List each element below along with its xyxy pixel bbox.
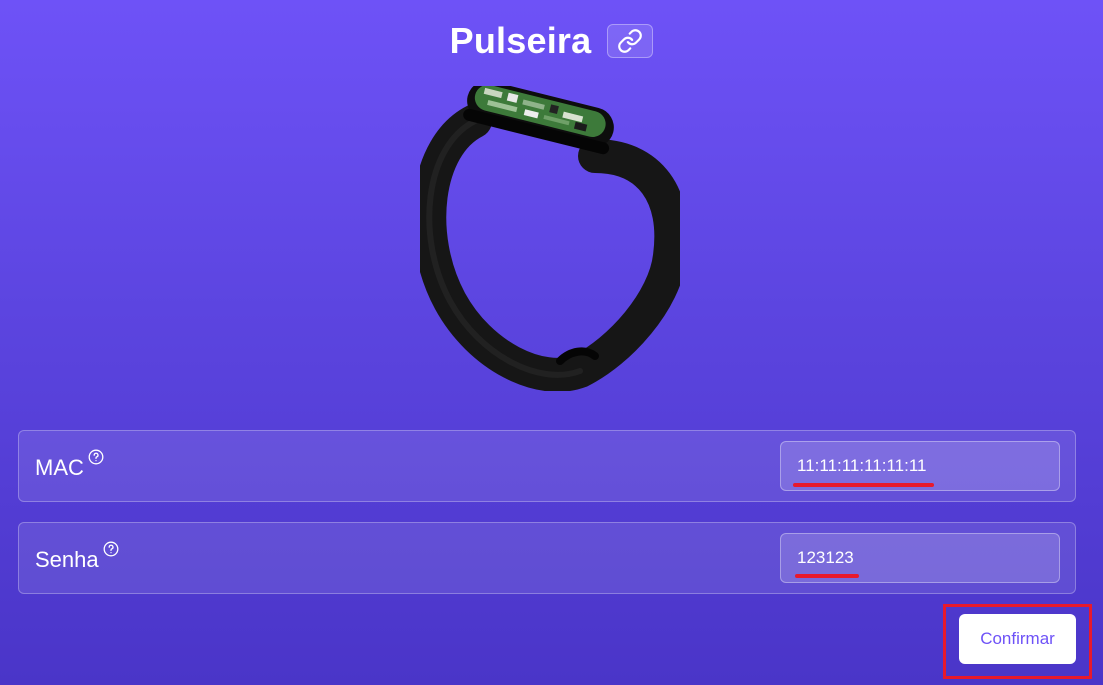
confirm-button[interactable]: Confirmar xyxy=(959,614,1076,664)
question-circle-icon[interactable] xyxy=(103,541,119,557)
senha-label-group: Senha xyxy=(35,541,119,573)
question-circle-icon[interactable] xyxy=(88,449,104,465)
bracelet-image xyxy=(420,86,680,391)
mac-annotation-underline xyxy=(793,483,934,487)
mac-label: MAC xyxy=(35,455,84,480)
link-icon xyxy=(618,29,643,53)
copy-link-button[interactable] xyxy=(607,24,654,58)
page-title: Pulseira xyxy=(449,20,592,61)
header: Pulseira xyxy=(0,20,1103,62)
mac-field-row: MAC 11:11:11:11:11:11 xyxy=(18,430,1076,502)
senha-field-row: Senha 123123 xyxy=(18,522,1076,594)
mac-label-group: MAC xyxy=(35,449,104,481)
senha-annotation-underline xyxy=(795,574,859,578)
senha-label: Senha xyxy=(35,547,99,572)
